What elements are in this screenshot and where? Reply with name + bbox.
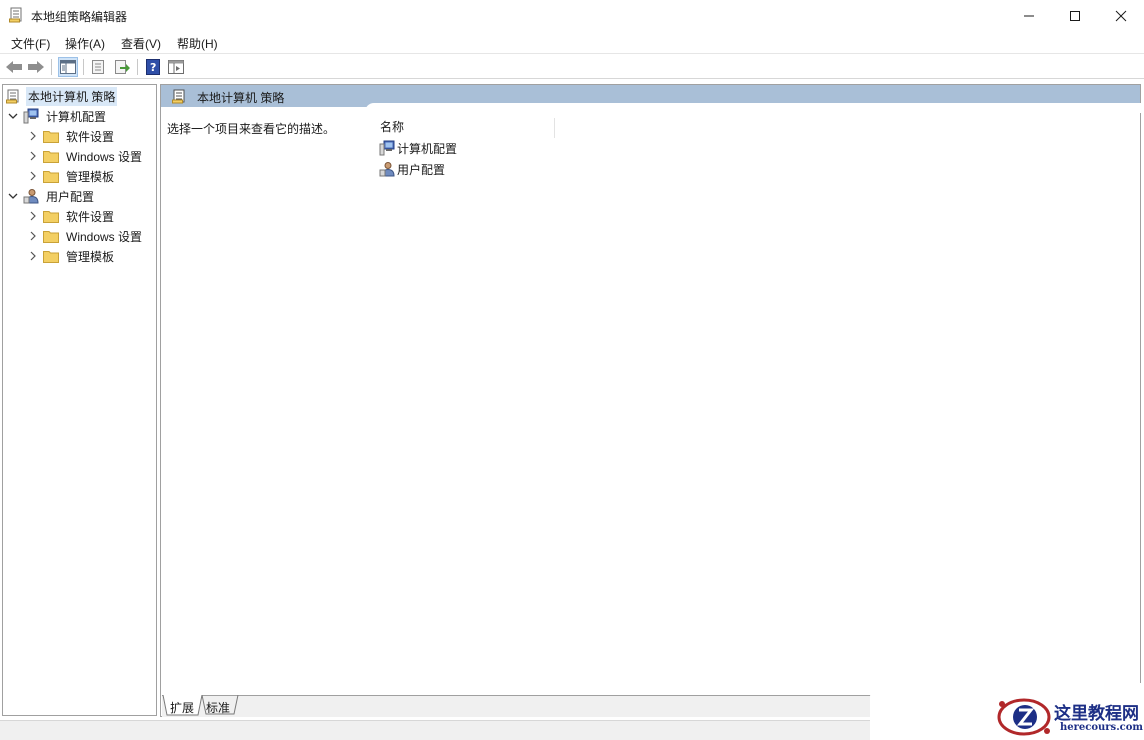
policy-icon xyxy=(5,88,21,104)
column-header-name[interactable]: 名称 xyxy=(380,118,555,138)
computer-config-icon xyxy=(379,140,395,156)
export-list-icon[interactable] xyxy=(112,57,132,77)
tree-item-user-software[interactable]: 软件设置 xyxy=(27,206,116,226)
tab-standard[interactable]: 标准 xyxy=(206,696,230,716)
computer-config-icon xyxy=(23,108,39,124)
tree-item-user-config[interactable]: 用户配置 xyxy=(7,186,96,206)
maximize-button[interactable] xyxy=(1052,0,1098,31)
show-tree-icon[interactable] xyxy=(58,57,78,77)
chevron-right-icon[interactable] xyxy=(27,130,39,142)
tree-item-computer-config[interactable]: 计算机配置 xyxy=(7,106,108,126)
toolbar-separator xyxy=(83,59,84,75)
watermark-subtitle: herecours.com xyxy=(1060,722,1144,733)
watermark-logo xyxy=(997,698,1051,736)
toolbar-separator xyxy=(137,59,138,75)
list-item-user-config[interactable]: 用户配置 xyxy=(379,160,445,178)
tree-item-label: 软件设置 xyxy=(66,209,115,224)
tree-item-label: Windows 设置 xyxy=(66,229,143,244)
user-config-icon xyxy=(23,188,39,204)
watermark-title: 这里教程网 xyxy=(1054,704,1139,724)
tree-item-label: 计算机配置 xyxy=(46,109,107,124)
toolbar: ? xyxy=(0,55,1144,79)
tree-item-computer-admin-templates[interactable]: 管理模板 xyxy=(27,166,116,186)
list-item-computer-config[interactable]: 计算机配置 xyxy=(379,139,457,157)
folder-icon xyxy=(43,208,59,224)
svg-text:?: ? xyxy=(150,61,156,74)
properties-icon[interactable] xyxy=(88,57,108,77)
menu-view[interactable]: 查看(V) xyxy=(121,35,161,52)
chevron-right-icon[interactable] xyxy=(27,250,39,262)
chevron-right-icon[interactable] xyxy=(27,210,39,222)
tree-item-label: 管理模板 xyxy=(66,249,115,264)
console-tree-icon[interactable] xyxy=(166,57,186,77)
folder-icon xyxy=(43,148,59,164)
folder-icon xyxy=(43,168,59,184)
policy-app-icon xyxy=(9,7,24,23)
back-icon[interactable] xyxy=(4,57,24,77)
folder-icon xyxy=(43,128,59,144)
policy-icon xyxy=(172,89,186,104)
title-bar: 本地组策略编辑器 xyxy=(0,0,1144,31)
chevron-right-icon[interactable] xyxy=(27,150,39,162)
folder-icon xyxy=(43,248,59,264)
tree-item-label: 管理模板 xyxy=(66,169,115,184)
list-panel-tab xyxy=(365,103,1141,113)
menu-action[interactable]: 操作(A) xyxy=(65,35,105,52)
list-item-label: 用户配置 xyxy=(397,162,446,177)
description-text: 选择一个项目来查看它的描述。 xyxy=(167,122,336,136)
tree-item-user-windows[interactable]: Windows 设置 xyxy=(27,226,144,246)
tree-item-user-admin-templates[interactable]: 管理模板 xyxy=(27,246,116,266)
forward-icon[interactable] xyxy=(26,57,46,77)
tree-root-label: 本地计算机 策略 xyxy=(26,86,118,106)
help-icon[interactable]: ? xyxy=(143,57,163,77)
chevron-right-icon[interactable] xyxy=(27,230,39,242)
folder-icon xyxy=(43,228,59,244)
menu-help[interactable]: 帮助(H) xyxy=(177,35,218,52)
detail-pane: 本地计算机 策略 选择一个项目来查看它的描述。 名称 计算机配置 用户配置 xyxy=(160,84,1141,717)
tab-extended[interactable]: 扩展 xyxy=(170,696,194,716)
menu-bar: 文件(F) 操作(A) 查看(V) 帮助(H) xyxy=(0,31,1144,54)
column-header-label: 名称 xyxy=(380,120,405,134)
tree-item-computer-software[interactable]: 软件设置 xyxy=(27,126,116,146)
toolbar-separator xyxy=(51,59,52,75)
view-tabs: 扩展 标准 xyxy=(162,695,877,717)
list-item-label: 计算机配置 xyxy=(397,141,458,156)
tree-item-label: 用户配置 xyxy=(46,189,95,204)
menu-file[interactable]: 文件(F) xyxy=(11,35,50,52)
chevron-down-icon[interactable] xyxy=(7,110,19,122)
tree-item-label: Windows 设置 xyxy=(66,149,143,164)
user-config-icon xyxy=(379,161,395,177)
minimize-button[interactable] xyxy=(1006,0,1052,31)
tree-item-label: 软件设置 xyxy=(66,129,115,144)
window-title: 本地组策略编辑器 xyxy=(31,10,128,24)
chevron-right-icon[interactable] xyxy=(27,170,39,182)
detail-header-title: 本地计算机 策略 xyxy=(197,91,285,105)
console-tree: 本地计算机 策略 计算机配置 软件设置 Windows 设置 管理模板 用户配置… xyxy=(2,84,157,716)
tree-root[interactable]: 本地计算机 策略 xyxy=(5,86,118,106)
watermark: 这里教程网 herecours.com xyxy=(870,683,1144,740)
close-button[interactable] xyxy=(1098,0,1144,31)
tree-item-computer-windows[interactable]: Windows 设置 xyxy=(27,146,144,166)
chevron-down-icon[interactable] xyxy=(7,190,19,202)
